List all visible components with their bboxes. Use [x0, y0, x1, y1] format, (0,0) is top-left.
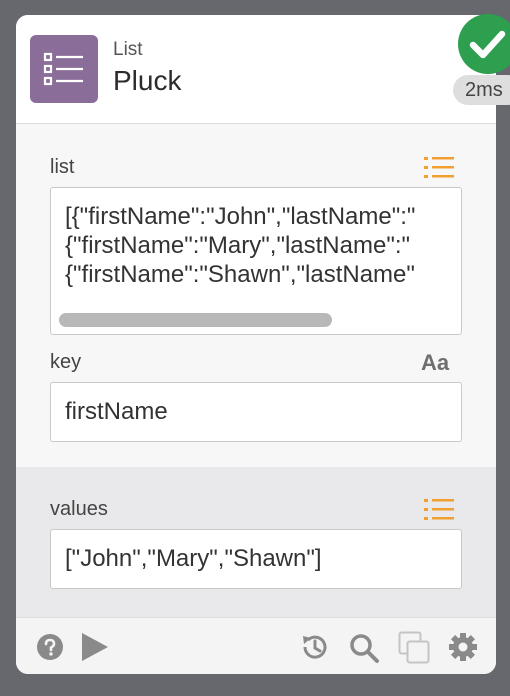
key-input-label: key: [50, 351, 82, 373]
list-input-field[interactable]: [{"firstName":"John","lastName":" {"firs…: [50, 187, 462, 335]
key-value: firstName: [65, 398, 168, 425]
horizontal-scrollbar[interactable]: [59, 313, 332, 327]
search-icon[interactable]: [348, 632, 380, 664]
list-type-icon[interactable]: [424, 155, 454, 181]
node-title[interactable]: Pluck: [113, 65, 181, 97]
output-section: values ["John","Mary","Shawn"]: [16, 467, 496, 617]
values-output-field[interactable]: ["John","Mary","Shawn"]: [50, 529, 462, 589]
execution-time-badge: 2ms: [453, 75, 510, 105]
text-type-indicator[interactable]: Aa: [421, 350, 449, 376]
success-status-icon: [458, 14, 510, 74]
history-icon[interactable]: [300, 632, 330, 662]
list-type-icon[interactable]: [424, 497, 454, 523]
play-icon[interactable]: [82, 633, 108, 661]
node-header: List Pluck: [16, 15, 496, 124]
list-value-line: [{"firstName":"John","lastName":": [65, 203, 416, 230]
list-value-line: {"firstName":"Shawn","lastName": [65, 261, 415, 288]
settings-icon[interactable]: [448, 632, 478, 662]
pluck-node-card: List Pluck list [{"firstName":"John","la…: [16, 15, 496, 674]
node-category: List: [113, 39, 143, 60]
list-input-label: list: [50, 156, 75, 178]
key-input-field[interactable]: firstName: [50, 382, 462, 442]
check-icon: [469, 30, 506, 59]
values-output-value: ["John","Mary","Shawn"]: [65, 545, 322, 572]
node-footer-toolbar: [16, 617, 496, 674]
list-value-line: {"firstName":"Mary","lastName":": [65, 232, 411, 259]
help-icon[interactable]: [36, 633, 64, 661]
values-output-label: values: [50, 498, 108, 520]
list-icon: [30, 35, 98, 103]
duplicate-icon[interactable]: [398, 631, 430, 665]
